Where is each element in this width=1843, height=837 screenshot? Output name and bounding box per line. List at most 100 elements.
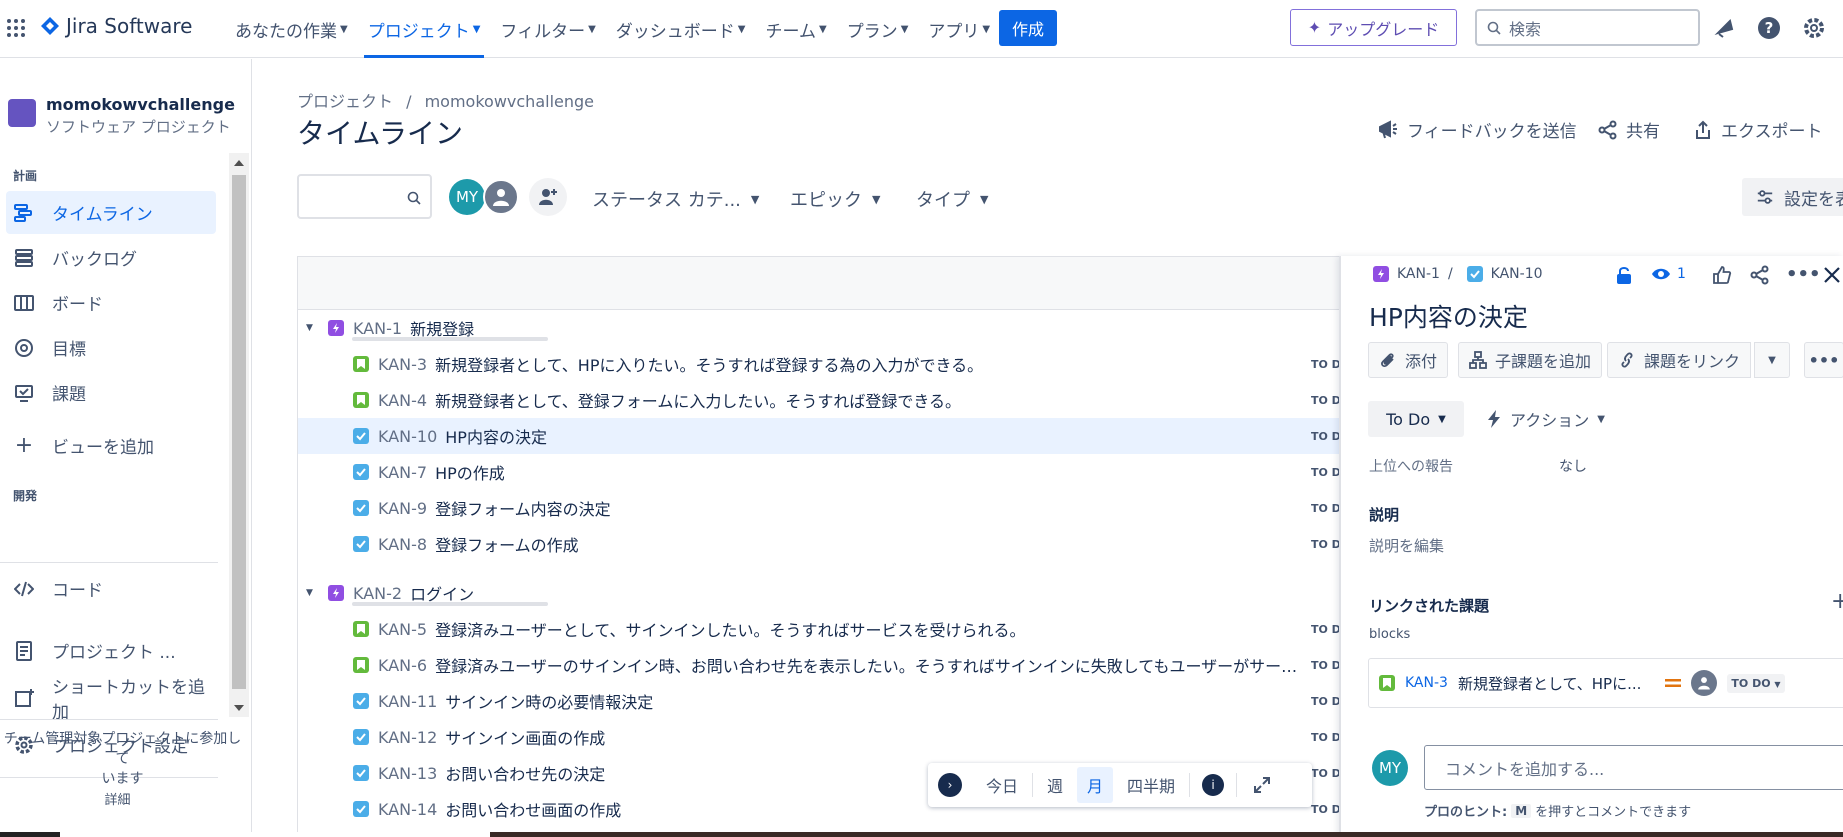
zoom-month-button[interactable]: 月: [1077, 767, 1114, 803]
issue-key[interactable]: KAN-13: [378, 764, 437, 783]
upgrade-button[interactable]: ✦ アップグレード: [1290, 9, 1457, 46]
assignee-avatar[interactable]: [1691, 670, 1718, 696]
description-edit[interactable]: 説明を編集: [1369, 535, 1444, 556]
issue-key[interactable]: KAN-3: [378, 355, 427, 374]
share-button[interactable]: 共有: [1598, 117, 1660, 142]
zoom-today-button[interactable]: 今日: [976, 767, 1028, 803]
nav-projects[interactable]: プロジェクト ▼: [358, 0, 491, 58]
nav-dashboards[interactable]: ダッシュボード ▼: [606, 0, 756, 58]
issue-summary[interactable]: HP内容の決定: [445, 424, 547, 448]
more-icon[interactable]: •••: [1786, 264, 1821, 285]
breadcrumb-project[interactable]: momokowvchallenge: [425, 92, 594, 111]
issue-row[interactable]: KAN-5 登録済みユーザーとして、サインインしたい。そうすればサービスを受けられ…: [298, 611, 1339, 647]
share-icon[interactable]: [1750, 265, 1770, 285]
scrollbar-thumb[interactable]: [232, 175, 246, 689]
issue-row[interactable]: KAN-8 登録フォームの作成 TO D: [298, 526, 1339, 562]
issue-summary[interactable]: サインイン画面の作成: [445, 725, 605, 749]
chevron-right-icon[interactable]: ›: [938, 773, 962, 797]
issue-summary[interactable]: お問い合わせ画面の作成: [445, 797, 621, 821]
expand-icon[interactable]: [1253, 776, 1271, 794]
nav-teams[interactable]: チーム ▼: [755, 0, 836, 58]
issue-key[interactable]: KAN-12: [378, 728, 437, 747]
issue-key[interactable]: KAN-9: [378, 499, 427, 518]
issue-summary[interactable]: 登録済みユーザーとして、サインインしたい。そうすればサービスを受けられる。: [435, 617, 1025, 641]
issue-summary[interactable]: 新規登録者として、登録フォームに入力したい。そうすれば登録できる。: [435, 388, 961, 412]
issue-key[interactable]: KAN-5: [378, 620, 427, 639]
scroll-down-icon[interactable]: [234, 705, 244, 711]
issue-key-link[interactable]: KAN-10: [1491, 266, 1543, 282]
project-header[interactable]: momokowvchallenge ソフトウェア プロジェクト: [8, 95, 235, 137]
epic-filter[interactable]: エピック ▼: [790, 186, 880, 212]
issue-key[interactable]: KAN-7: [378, 463, 427, 482]
timeline-search-input[interactable]: [297, 174, 432, 219]
sidebar-item-issues[interactable]: 課題: [6, 371, 216, 414]
chevron-down-icon[interactable]: ▼: [306, 323, 318, 333]
notifications-icon[interactable]: [1712, 16, 1736, 40]
type-filter[interactable]: タイプ ▼: [916, 186, 988, 212]
unassigned-avatar[interactable]: [483, 179, 519, 215]
sidebar-item-goals[interactable]: 目標: [6, 326, 216, 369]
add-view-button[interactable]: + ビューを追加: [6, 424, 216, 467]
sidebar-item-board[interactable]: ボード: [6, 281, 216, 324]
linked-issue-row[interactable]: KAN-3 新規登録者として、HPに... TO DO ▼: [1368, 658, 1843, 708]
add-link-icon[interactable]: +: [1831, 589, 1843, 614]
comment-input[interactable]: コメントを追加する...: [1424, 745, 1843, 790]
issue-key[interactable]: KAN-6: [378, 656, 427, 675]
issue-summary[interactable]: 登録フォームの作成: [435, 532, 579, 556]
linked-status-dropdown[interactable]: TO DO ▼: [1727, 673, 1785, 693]
sidebar-item-timeline[interactable]: タイムライン: [6, 191, 216, 234]
issue-row[interactable]: KAN-10 HP内容の決定 TO D: [298, 418, 1339, 454]
issue-summary[interactable]: HPの作成: [435, 460, 505, 484]
attach-button[interactable]: 添付: [1368, 342, 1449, 378]
chevron-down-icon[interactable]: ▼: [306, 588, 318, 598]
issue-title[interactable]: HP内容の決定: [1369, 298, 1528, 334]
issue-key[interactable]: KAN-11: [378, 692, 437, 711]
lock-icon[interactable]: [1615, 265, 1633, 285]
link-issue-dropdown[interactable]: ▼: [1754, 342, 1790, 378]
add-people-button[interactable]: [529, 178, 567, 216]
sidebar-scrollbar[interactable]: [229, 153, 249, 717]
nav-your-work[interactable]: あなたの作業 ▼: [225, 0, 358, 58]
nav-apps[interactable]: アプリ ▼: [918, 0, 1000, 58]
nav-plans[interactable]: プラン ▼: [837, 0, 919, 58]
status-dropdown[interactable]: To Do ▼: [1368, 401, 1464, 437]
more-actions-button[interactable]: •••: [1804, 342, 1843, 378]
report-value[interactable]: なし: [1559, 456, 1587, 476]
issue-row[interactable]: KAN-4 新規登録者として、登録フォームに入力したい。そうすれば登録できる。 TO…: [298, 382, 1339, 418]
zoom-week-button[interactable]: 週: [1037, 767, 1073, 803]
issue-row[interactable]: KAN-11 サインイン時の必要情報決定 TO D: [298, 683, 1339, 719]
issue-row[interactable]: KAN-12 サインイン画面の作成 TO D: [298, 719, 1339, 755]
thumbs-up-icon[interactable]: [1712, 265, 1732, 285]
issue-summary[interactable]: 新規登録者として、HPに入りたい。そうすれば登録する為の入力ができる。: [435, 352, 983, 376]
issue-key[interactable]: KAN-2: [353, 584, 402, 603]
watchers-button[interactable]: 1: [1651, 266, 1686, 282]
help-icon[interactable]: ?: [1757, 16, 1781, 40]
issue-key[interactable]: KAN-8: [378, 535, 427, 554]
sidebar-item-backlog[interactable]: バックログ: [6, 236, 216, 279]
linked-issue-key[interactable]: KAN-3: [1405, 675, 1448, 691]
add-child-issue-button[interactable]: 子課題を追加: [1458, 342, 1603, 378]
export-button[interactable]: エクスポート: [1693, 117, 1823, 142]
search-input[interactable]: 検索: [1475, 9, 1700, 46]
issue-key[interactable]: KAN-10: [378, 427, 437, 446]
breadcrumb-projects[interactable]: プロジェクト: [297, 92, 393, 111]
status-category-filter[interactable]: ステータス カテ... ▼: [592, 186, 759, 212]
nav-filters[interactable]: フィルター ▼: [490, 0, 605, 58]
settings-gear-icon[interactable]: [1802, 16, 1826, 40]
jira-logo[interactable]: Jira Software: [40, 14, 192, 38]
link-issue-button[interactable]: 課題をリンク: [1607, 342, 1752, 378]
linked-issue-summary[interactable]: 新規登録者として、HPに...: [1458, 673, 1641, 694]
add-shortcut-button[interactable]: ショートカットを追加: [6, 676, 216, 723]
issue-summary[interactable]: 登録済みユーザーのサインイン時、お問い合わせ先を表示したい。そうすればサインイン…: [435, 653, 1305, 677]
issue-row[interactable]: KAN-6 登録済みユーザーのサインイン時、お問い合わせ先を表示したい。そうすれば…: [298, 647, 1339, 683]
issue-summary[interactable]: サインイン時の必要情報決定: [445, 689, 653, 713]
issue-summary[interactable]: お問い合わせ先の決定: [445, 761, 605, 785]
parent-issue-link[interactable]: KAN-1: [1397, 266, 1440, 282]
actions-dropdown[interactable]: アクション ▼: [1486, 401, 1605, 437]
create-button[interactable]: 作成: [999, 10, 1057, 46]
details-link[interactable]: 詳細: [0, 789, 235, 808]
issue-row[interactable]: KAN-9 登録フォーム内容の決定 TO D: [298, 490, 1339, 526]
sidebar-item-code[interactable]: コード: [6, 567, 216, 610]
close-icon[interactable]: [1823, 266, 1841, 284]
issue-key[interactable]: KAN-14: [378, 800, 437, 819]
